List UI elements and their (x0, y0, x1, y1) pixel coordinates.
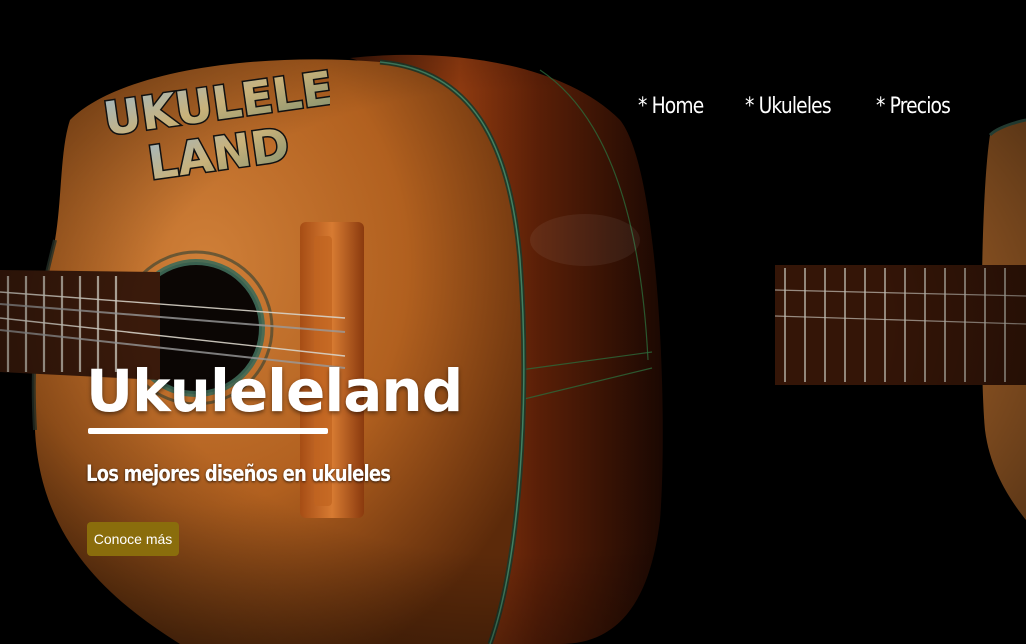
conoce-mas-button[interactable]: Conoce más (87, 522, 179, 556)
hero-title: Ukuleleland (86, 357, 463, 425)
main-nav: * Home * Ukuleles * Precios (638, 94, 963, 119)
nav-item-ukuleles[interactable]: * Ukuleles (745, 94, 832, 119)
ukuleleland-logo[interactable]: UKULELE LAND (100, 62, 330, 192)
hero-section: UKULELE LAND * Home * Ukuleles * Precios… (0, 0, 1026, 644)
title-underline (88, 428, 328, 434)
nav-item-precios[interactable]: * Precios (876, 94, 951, 119)
nav-item-home[interactable]: * Home (638, 94, 704, 119)
hero-subtitle: Los mejores diseños en ukuleles (86, 462, 391, 487)
